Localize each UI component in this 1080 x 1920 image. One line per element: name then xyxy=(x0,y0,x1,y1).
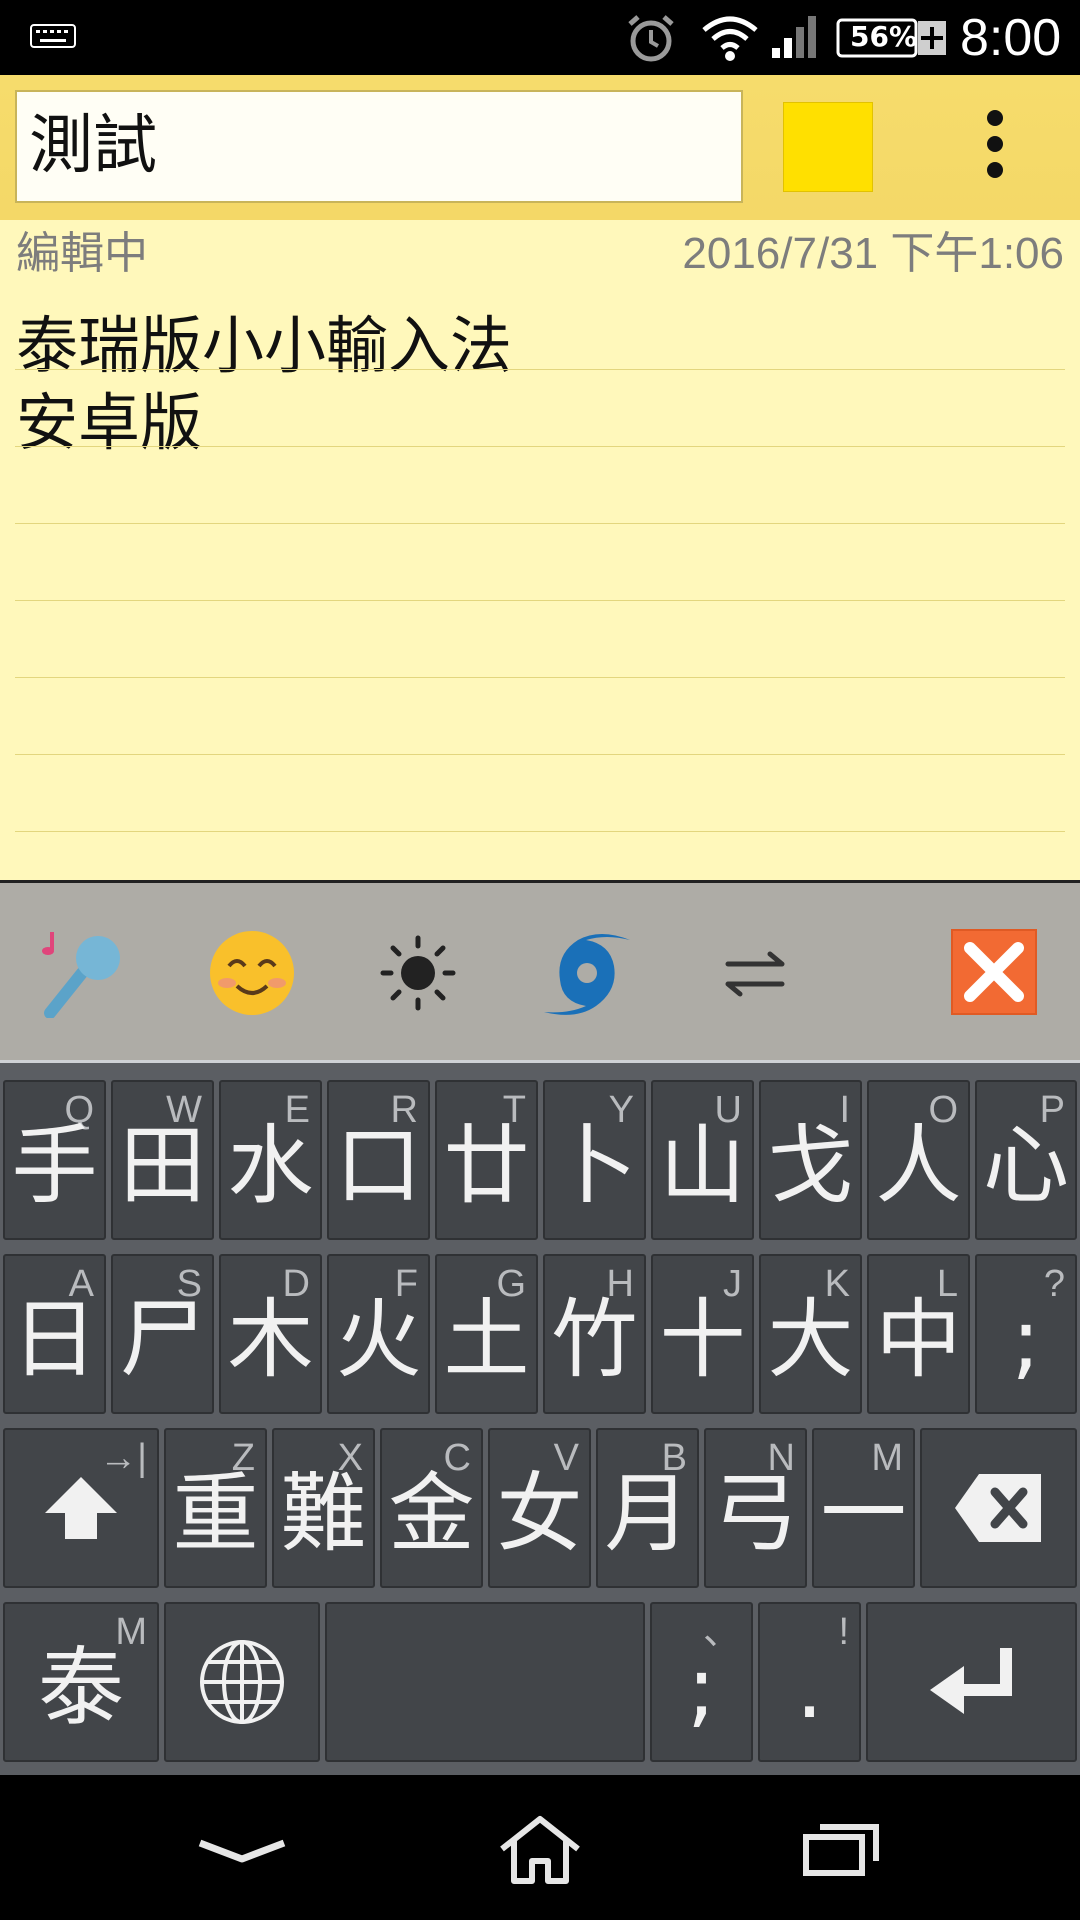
key-v[interactable]: V女 xyxy=(488,1428,591,1588)
period-key[interactable]: !. xyxy=(758,1602,861,1762)
key-n[interactable]: N弓 xyxy=(704,1428,807,1588)
status-clock: 8:00 xyxy=(960,9,1062,67)
key-g[interactable]: G土 xyxy=(435,1254,538,1414)
wifi-icon xyxy=(702,16,758,61)
key-p[interactable]: P心 xyxy=(975,1080,1077,1240)
ruled-line xyxy=(15,523,1065,524)
enter-key[interactable] xyxy=(866,1602,1077,1762)
key-f[interactable]: F火 xyxy=(327,1254,430,1414)
key-j[interactable]: J十 xyxy=(651,1254,754,1414)
globe-icon xyxy=(200,1640,284,1724)
key-t[interactable]: T廿 xyxy=(435,1080,538,1240)
back-chevron-icon[interactable] xyxy=(192,1815,292,1885)
ruled-line xyxy=(15,600,1065,601)
status-bar: 56% 8:00 xyxy=(0,0,1080,75)
close-icon[interactable] xyxy=(950,928,1038,1016)
key-z[interactable]: Z重 xyxy=(164,1428,267,1588)
home-icon[interactable] xyxy=(490,1815,590,1885)
key-m[interactable]: M一 xyxy=(812,1428,915,1588)
note-text-line[interactable]: 安卓版 xyxy=(16,385,202,461)
key-l[interactable]: L中 xyxy=(867,1254,970,1414)
key-r[interactable]: R口 xyxy=(327,1080,430,1240)
key-semicolon[interactable]: ?; xyxy=(975,1254,1077,1414)
shift-key[interactable]: →| xyxy=(3,1428,159,1588)
navigation-bar xyxy=(0,1775,1080,1920)
key-k[interactable]: K大 xyxy=(759,1254,862,1414)
key-x[interactable]: X難 xyxy=(272,1428,375,1588)
key-o[interactable]: O人 xyxy=(867,1080,970,1240)
shift-icon xyxy=(45,1477,117,1539)
hurricane-icon[interactable] xyxy=(542,928,632,1018)
overflow-menu-icon[interactable] xyxy=(975,110,1015,190)
ruled-line xyxy=(15,677,1065,678)
note-toolbar: 測試 xyxy=(0,75,1080,220)
alarm-icon xyxy=(628,15,674,62)
ime-toolbar xyxy=(0,883,1080,1063)
keyboard-icon xyxy=(30,24,76,48)
key-c[interactable]: C金 xyxy=(380,1428,483,1588)
key-q[interactable]: Q手 xyxy=(3,1080,106,1240)
key-u[interactable]: U山 xyxy=(651,1080,754,1240)
enter-icon xyxy=(929,1648,1012,1714)
backspace-key[interactable] xyxy=(920,1428,1077,1588)
space-key[interactable] xyxy=(325,1602,645,1762)
brightness-icon[interactable] xyxy=(373,928,463,1018)
ruled-line xyxy=(15,831,1065,832)
key-i[interactable]: I戈 xyxy=(759,1080,862,1240)
backspace-icon xyxy=(954,1474,1041,1542)
key-h[interactable]: H竹 xyxy=(543,1254,646,1414)
signal-icon xyxy=(772,16,816,58)
ruled-line xyxy=(15,754,1065,755)
note-color-button[interactable] xyxy=(783,102,873,192)
swap-arrows-icon[interactable] xyxy=(710,928,800,1018)
note-text-line[interactable]: 泰瑞版小小輸入法 xyxy=(16,308,512,384)
key-w[interactable]: W田 xyxy=(111,1080,214,1240)
language-key[interactable] xyxy=(164,1602,320,1762)
ruled-line xyxy=(15,369,1065,370)
note-title-input[interactable]: 測試 xyxy=(15,90,743,203)
note-timestamp: 2016/7/31 下午1:06 xyxy=(682,229,1064,278)
key-a[interactable]: A日 xyxy=(3,1254,106,1414)
edit-status-label: 編輯中 xyxy=(16,228,148,279)
key-e[interactable]: E水 xyxy=(219,1080,322,1240)
key-s[interactable]: S尸 xyxy=(111,1254,214,1414)
emoji-icon[interactable] xyxy=(207,928,297,1018)
note-editor[interactable]: 編輯中 2016/7/31 下午1:06 泰瑞版小小輸入法 安卓版 xyxy=(0,220,1080,882)
recents-icon[interactable] xyxy=(790,1815,890,1885)
key-b[interactable]: B月 xyxy=(596,1428,699,1588)
key-d[interactable]: D木 xyxy=(219,1254,322,1414)
keyboard: Q手 W田 E水 R口 T廿 Y卜 U山 I戈 O人 P心 A日 S尸 D木 F… xyxy=(0,1063,1080,1775)
ruled-line xyxy=(15,446,1065,447)
input-mode-key[interactable]: M泰 xyxy=(3,1602,159,1762)
key-y[interactable]: Y卜 xyxy=(543,1080,646,1240)
battery-percent: 56% xyxy=(850,20,918,53)
microphone-icon[interactable] xyxy=(38,928,128,1018)
comma-key[interactable]: 、; xyxy=(650,1602,753,1762)
